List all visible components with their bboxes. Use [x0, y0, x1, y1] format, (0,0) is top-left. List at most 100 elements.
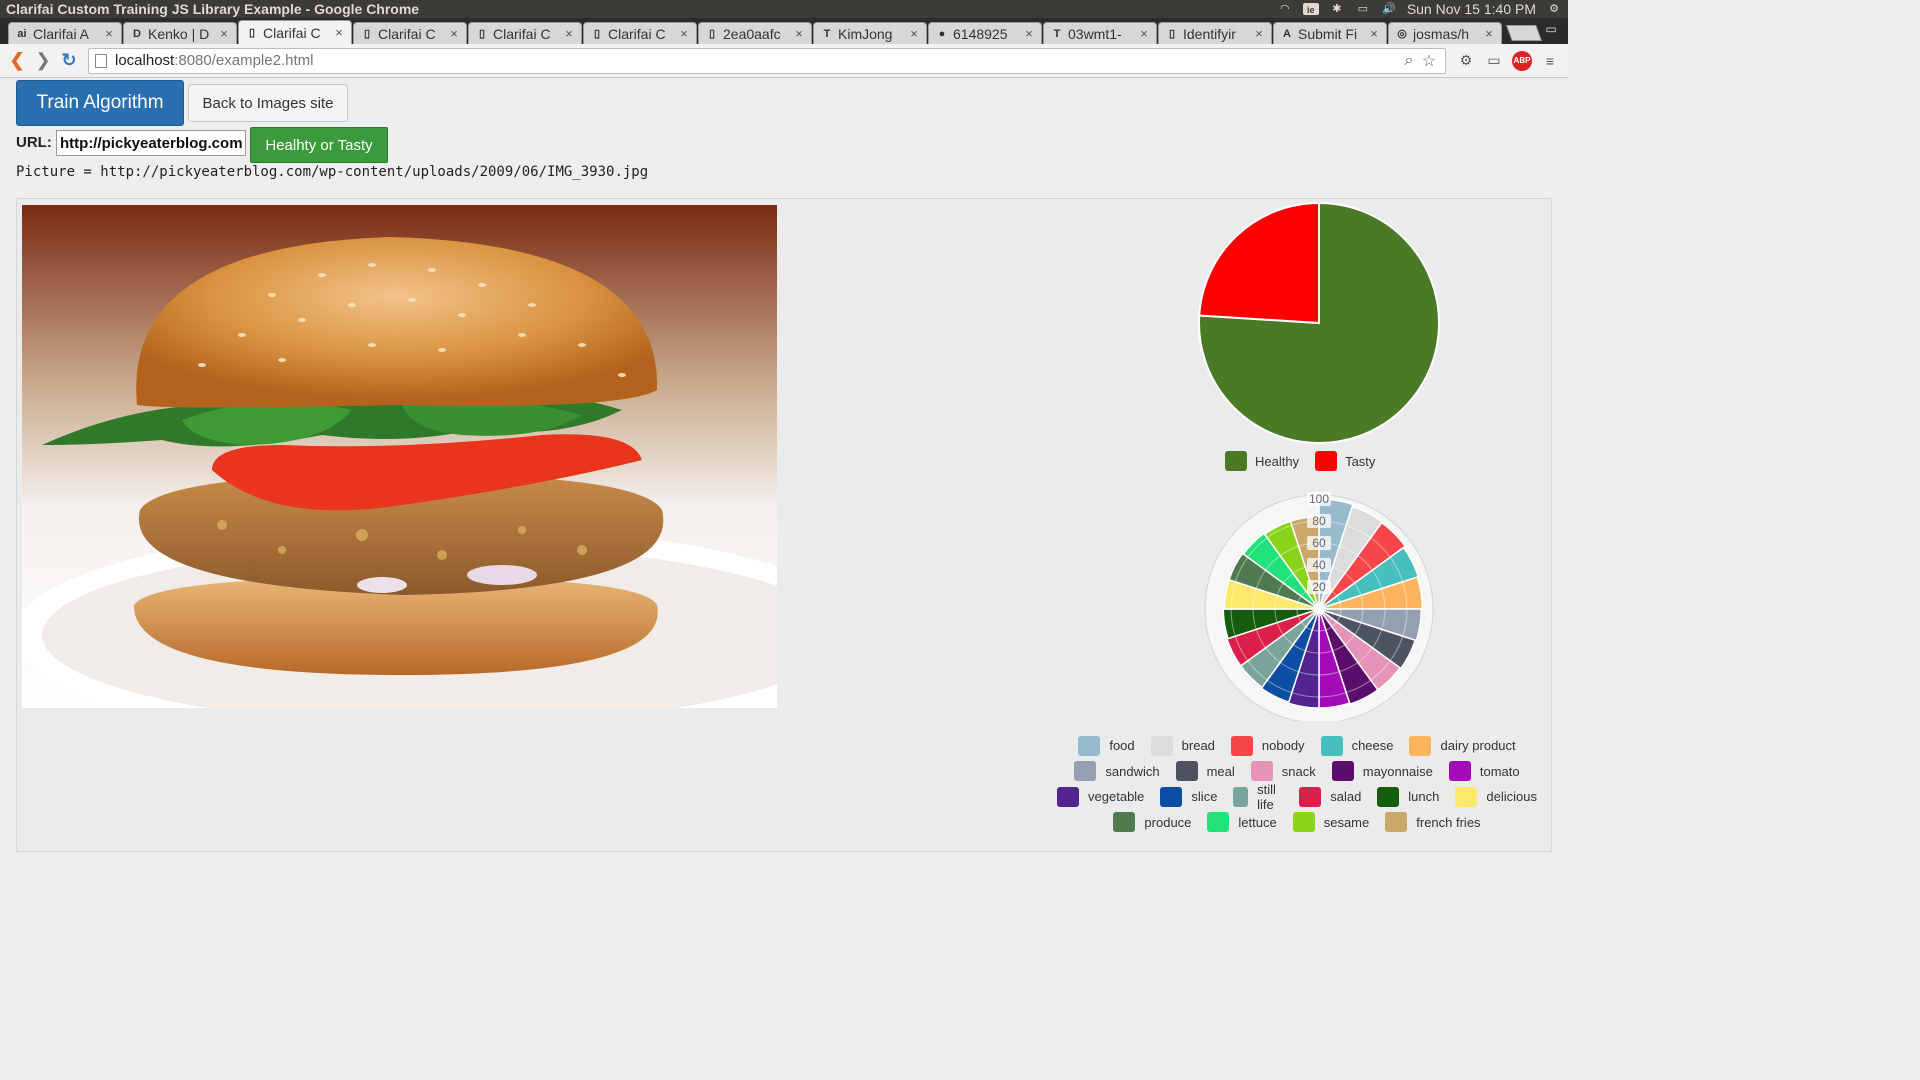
back-to-images-button[interactable]: Back to Images site	[188, 84, 348, 122]
legend-swatch	[1078, 735, 1101, 756]
legend-swatch	[1299, 786, 1322, 807]
close-tab-icon[interactable]: ×	[1253, 26, 1265, 41]
forward-arrow-icon[interactable]: ❯	[30, 48, 56, 74]
concepts-polar-area-chart: 100 80 60 40 20	[1204, 492, 1434, 721]
battery-icon[interactable]: ▭	[1355, 3, 1371, 15]
legend-item: slice	[1160, 786, 1218, 807]
clock[interactable]: Sun Nov 15 1:40 PM	[1407, 1, 1536, 17]
legend-item: tomato	[1448, 761, 1520, 782]
volume-icon[interactable]: 🔊	[1381, 3, 1397, 15]
zoom-icon[interactable]: ⌕	[1399, 52, 1419, 70]
legend-row: vegetable slice still life salad lunch delici…	[1057, 782, 1542, 812]
legend-swatch	[1315, 451, 1338, 471]
pie-legend: Healthy Tasty	[1225, 451, 1381, 471]
new-tab-button[interactable]	[1506, 25, 1542, 41]
page-icon	[95, 53, 107, 68]
legend-label: french fries	[1416, 814, 1481, 830]
browser-tab[interactable]: ▯ Clarifai C ×	[468, 22, 582, 44]
legend-item: vegetable	[1057, 786, 1144, 807]
reload-icon[interactable]: ↻	[56, 48, 82, 74]
system-tray: ◠ ie ✱ ▭ 🔊 Sun Nov 15 1:40 PM ⚙	[1277, 1, 1562, 17]
browser-tab[interactable]: ▯ 2ea0aafc ×	[698, 22, 812, 44]
legend-label: lettuce	[1238, 814, 1277, 830]
url-input[interactable]	[56, 130, 246, 156]
legend-item: lettuce	[1207, 812, 1277, 833]
browser-tab[interactable]: ◎ josmas/h ×	[1388, 22, 1502, 44]
back-arrow-icon[interactable]: ❮	[4, 48, 30, 74]
close-tab-icon[interactable]: ×	[678, 26, 690, 41]
legend-item: mayonnaise	[1331, 761, 1433, 782]
pie-slice-tasty[interactable]	[1198, 201, 1320, 325]
url-path: :8080/example2.html	[174, 52, 314, 69]
extension-robot-icon[interactable]: ⚙	[1452, 48, 1480, 74]
browser-tab[interactable]: T 03wmt1- ×	[1043, 22, 1157, 44]
legend-label: produce	[1144, 814, 1192, 830]
wifi-icon[interactable]: ◠	[1277, 3, 1293, 15]
bluetooth-icon[interactable]: ✱	[1329, 3, 1345, 15]
close-tab-icon[interactable]: ×	[103, 26, 115, 41]
cast-icon[interactable]: ▭	[1480, 48, 1508, 74]
legend-item: still life	[1233, 782, 1283, 812]
train-algorithm-button[interactable]: Train Algorithm	[16, 80, 184, 126]
legend-item: produce	[1113, 812, 1192, 833]
close-tab-icon[interactable]: ×	[1483, 26, 1495, 41]
settings-gear-icon[interactable]: ⚙	[1546, 3, 1562, 15]
D-favicon-icon: D	[133, 27, 141, 40]
close-tab-icon[interactable]: ×	[218, 26, 230, 41]
url-host: localhost	[115, 52, 175, 69]
legend-label: bread	[1181, 738, 1215, 754]
browser-tab[interactable]: ▯ Identifyir ×	[1158, 22, 1272, 44]
T-favicon-icon: T	[1053, 27, 1061, 40]
browser-tab[interactable]: ▯ Clarifai C ×	[238, 20, 352, 44]
browser-tab[interactable]: T KimJong ×	[813, 22, 927, 44]
close-tab-icon[interactable]: ×	[563, 26, 575, 41]
browser-tab[interactable]: ▯ Clarifai C ×	[353, 22, 467, 44]
tab-label: Clarifai C	[493, 25, 551, 42]
browser-tab[interactable]: A Submit Fi ×	[1273, 22, 1387, 44]
legend-item: sandwich	[1074, 761, 1160, 782]
close-tab-icon[interactable]: ×	[1368, 26, 1380, 41]
browser-tab[interactable]: ● 6148925 ×	[928, 22, 1042, 44]
legend-swatch	[1233, 786, 1249, 807]
tab-label: Submit Fi	[1298, 25, 1358, 42]
legend-label: snack	[1281, 763, 1316, 779]
close-tab-icon[interactable]: ×	[908, 26, 920, 41]
page-favicon-icon: ▯	[248, 26, 256, 39]
legend-item: meal	[1175, 761, 1235, 782]
bookmark-star-icon[interactable]: ☆	[1419, 51, 1439, 71]
os-top-bar: Clarifai Custom Training JS Library Exam…	[0, 0, 1568, 18]
healthy-or-tasty-button[interactable]: Healhty or Tasty	[250, 127, 388, 163]
polar-tick-label: 40	[1312, 558, 1326, 572]
address-url[interactable]: localhost:8080/example2.html	[115, 52, 1399, 69]
legend-swatch	[1377, 786, 1400, 807]
close-tab-icon[interactable]: ×	[448, 26, 460, 41]
window-title: Clarifai Custom Training JS Library Exam…	[6, 1, 420, 17]
legend-item: food	[1078, 735, 1135, 756]
close-tab-icon[interactable]: ×	[1138, 26, 1150, 41]
legend-item: dairy product	[1409, 735, 1516, 756]
profile-icon[interactable]: ▭	[1538, 22, 1564, 38]
T-favicon-icon: T	[823, 27, 831, 40]
legend-swatch	[1455, 786, 1478, 807]
legend-label: delicious	[1486, 789, 1537, 805]
close-tab-icon[interactable]: ×	[793, 26, 805, 41]
close-tab-icon[interactable]: ×	[1023, 26, 1035, 41]
browser-tab[interactable]: ▯ Clarifai C ×	[583, 22, 697, 44]
close-tab-icon[interactable]: ×	[333, 25, 345, 40]
legend-item: delicious	[1455, 786, 1537, 807]
legend-label: slice	[1191, 789, 1218, 805]
tab-label: Clarifai C	[263, 24, 321, 41]
legend-row: food bread nobody cheese dairy product	[1062, 733, 1542, 759]
legend-label: lunch	[1408, 789, 1440, 805]
legend-label: cheese	[1351, 738, 1394, 754]
adblock-icon[interactable]: ABP	[1508, 48, 1536, 74]
address-bar[interactable]: localhost:8080/example2.html ⌕ ☆	[88, 47, 1446, 74]
browser-tab[interactable]: D Kenko | D ×	[123, 22, 237, 44]
legend-label: tomato	[1479, 763, 1520, 779]
browser-tab[interactable]: ai Clarifai A ×	[8, 22, 122, 44]
github-favicon-icon: ◎	[1397, 27, 1407, 40]
browser-toolbar: ❮ ❯ ↻ localhost:8080/example2.html ⌕ ☆ ⚙…	[0, 44, 1568, 78]
keyboard-layout-icon[interactable]: ie	[1302, 3, 1319, 15]
chrome-menu-icon[interactable]: ≡	[1536, 48, 1564, 74]
A-favicon-icon: A	[1283, 27, 1291, 40]
